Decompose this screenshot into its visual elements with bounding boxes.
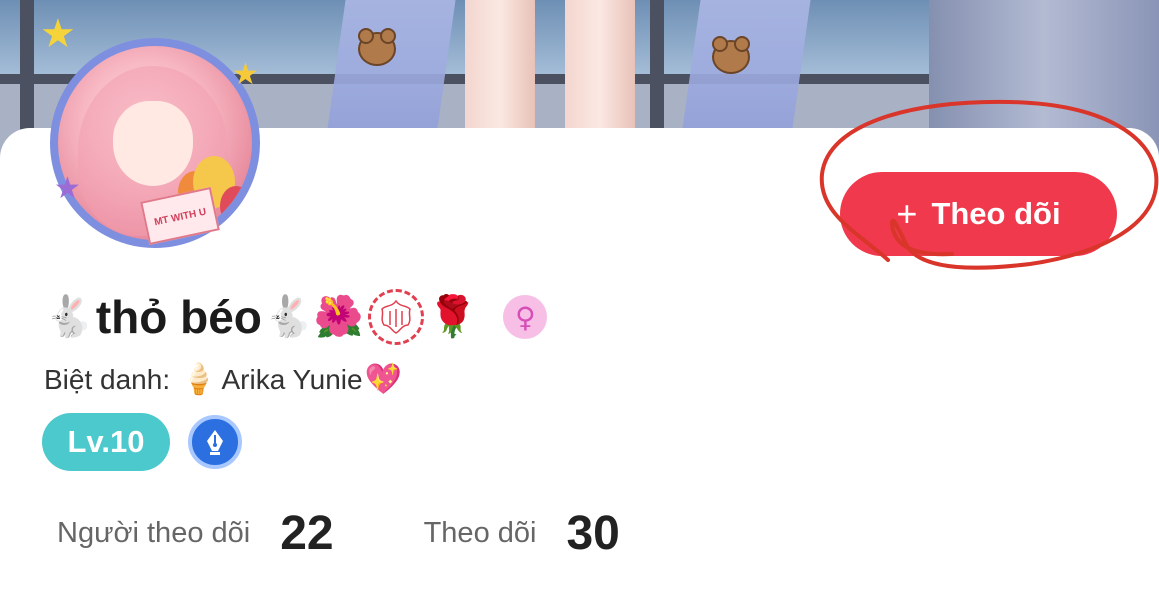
bear-icon: [712, 36, 750, 74]
annotation-circle: [819, 99, 1159, 270]
hibiscus-icon: 🌺: [313, 294, 364, 340]
profile-name-row: 🐇 thỏ béo 🐇 🌺 🌹 ♀: [44, 282, 548, 352]
star-icon: ★: [54, 171, 81, 206]
female-symbol-icon: ♀: [503, 295, 548, 339]
ice-cream-icon: 🍦: [180, 362, 218, 397]
rose-icon: 🌹: [427, 294, 478, 340]
profile-name: thỏ béo: [95, 291, 262, 343]
star-icon: ★: [40, 11, 76, 57]
following-count[interactable]: 30: [566, 506, 619, 561]
sparkling-heart-icon: 💖: [364, 362, 402, 397]
bear-icon: [358, 28, 396, 66]
fountain-pen-badge-icon[interactable]: [188, 415, 242, 469]
follow-stats: Người theo dõi 22 Theo dõi 30: [57, 498, 620, 568]
followers-label[interactable]: Người theo dõi: [57, 517, 250, 550]
level-badge[interactable]: Lv.10: [42, 413, 170, 471]
nickname-value: Arika Yunie: [221, 364, 363, 395]
level-row: Lv.10: [42, 412, 242, 472]
followers-count[interactable]: 22: [280, 506, 333, 561]
japanese-stamp-icon: [367, 289, 424, 345]
star-icon: ★: [232, 57, 259, 92]
rabbit-icon: 🐇: [44, 294, 94, 340]
avatar[interactable]: ★ ★ ★ MT WITH U: [36, 14, 276, 254]
nickname-row: Biệt danh: 🍦 Arika Yunie 💖: [44, 358, 406, 402]
rabbit-icon: 🐇: [263, 294, 314, 340]
following-label[interactable]: Theo dõi: [424, 517, 537, 550]
nickname-label: Biệt danh:: [44, 364, 171, 395]
